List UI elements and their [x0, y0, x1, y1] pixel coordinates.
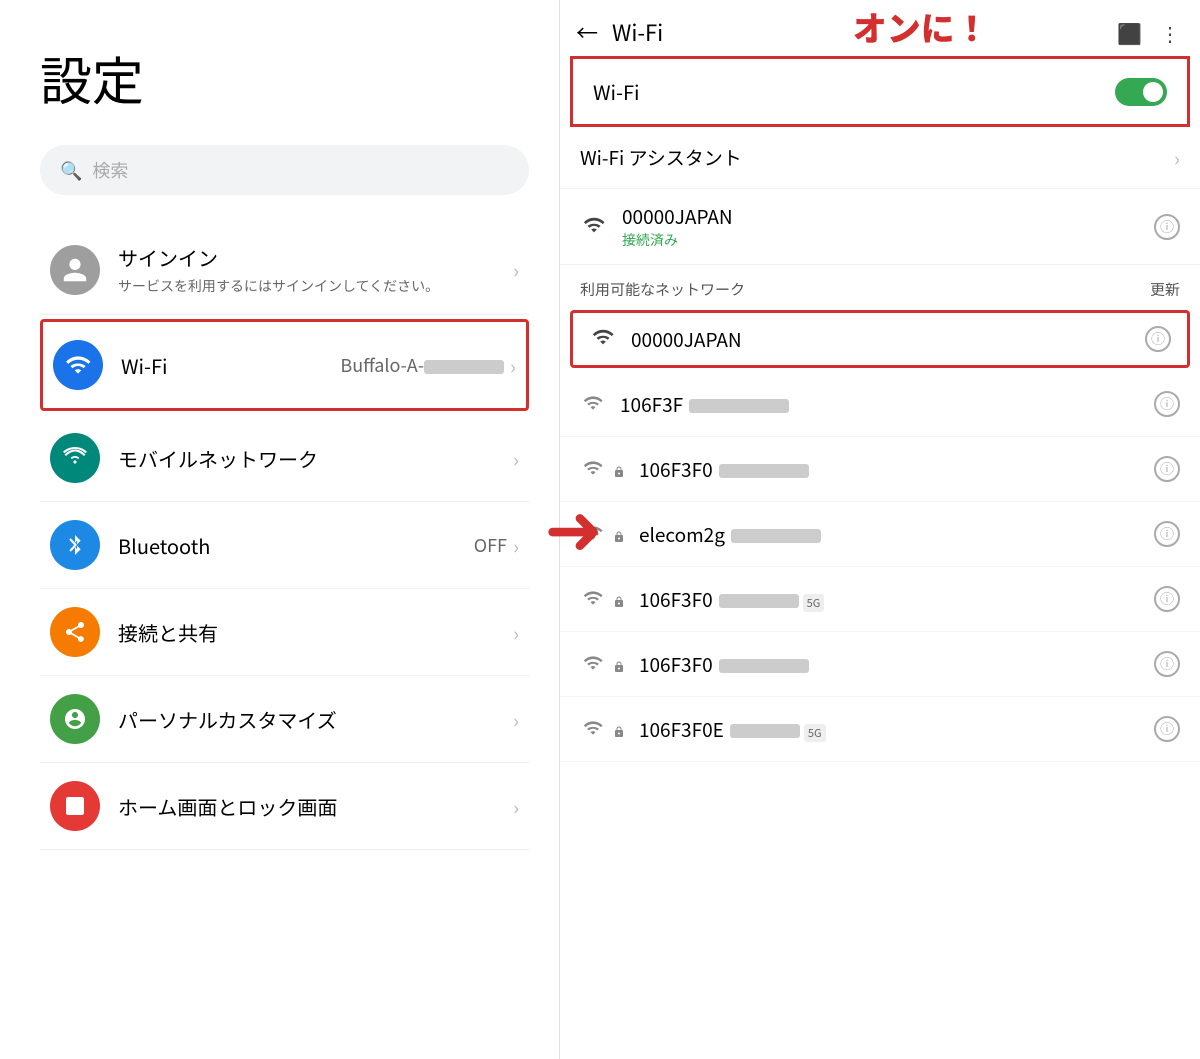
network-info-icon[interactable]: ⓘ	[1154, 214, 1180, 240]
wifi-signal-icon	[580, 211, 608, 243]
network-name: 106F3F0	[639, 456, 809, 483]
highlighted-network-info: 00000JAPAN	[631, 326, 1131, 353]
network-name-group: 106F3F0	[639, 651, 1140, 678]
connected-network-row[interactable]: 00000JAPAN 接続済み ⓘ	[560, 189, 1200, 265]
network-name: 106F3F05G	[639, 586, 824, 613]
header-icons: ⬛ ⋮	[1117, 18, 1180, 47]
network-info-icon[interactable]: ⓘ	[1154, 586, 1180, 612]
network-name-group: 106F3F0	[639, 456, 1140, 483]
list-item[interactable]: 106F3F0 ⓘ	[560, 632, 1200, 697]
avatar	[50, 245, 100, 295]
settings-item-personal[interactable]: パーソナルカスタマイズ ›	[40, 676, 529, 763]
search-icon: 🔍	[60, 157, 82, 183]
more-options-icon[interactable]: ⋮	[1160, 18, 1180, 47]
settings-item-homescreen[interactable]: ホーム画面とロック画面 ›	[40, 763, 529, 850]
wifi-signal-icon	[589, 323, 617, 355]
back-button[interactable]: ←	[576, 16, 598, 48]
wifi-assistant-row[interactable]: Wi-Fi アシスタント ›	[560, 127, 1200, 189]
wifi-lock-signal-icon	[580, 648, 625, 680]
signin-sublabel: サービスを利用するにはサインインしてください。	[118, 276, 513, 296]
chevron-icon: ›	[513, 618, 519, 647]
personal-icon-circle	[50, 694, 100, 744]
wifi-signal-icon	[580, 388, 606, 420]
settings-item-wifi[interactable]: Wi-Fi Buffalo-A- ›	[40, 319, 529, 411]
wifi-lock-signal-icon	[580, 713, 625, 745]
connection-icon-circle	[50, 607, 100, 657]
available-section-title: 利用可能なネットワーク	[580, 279, 745, 300]
bluetooth-label: Bluetooth	[118, 531, 474, 560]
available-section-header: 利用可能なネットワーク 更新	[560, 265, 1200, 306]
mobile-icon-circle	[50, 433, 100, 483]
bluetooth-status: OFF	[474, 532, 507, 558]
chevron-icon: ›	[513, 792, 519, 821]
network-name: 106F3F	[620, 391, 789, 418]
network-name-group: elecom2g	[639, 521, 1140, 548]
search-input[interactable]: 検索	[92, 157, 128, 183]
network-info-icon[interactable]: ⓘ	[1154, 391, 1180, 417]
bluetooth-value-group: OFF ›	[474, 531, 519, 560]
connection-label: 接続と共有	[118, 618, 513, 647]
wifi-lock-signal-icon	[580, 583, 625, 615]
wifi-toggle-label: Wi-Fi	[593, 77, 1115, 106]
highlighted-network-name: 00000JAPAN	[631, 326, 1131, 353]
network-name-group: 106F3F05G	[639, 586, 1140, 613]
wifi-current-network: Buffalo-A-	[340, 352, 504, 378]
mobile-label: モバイルネットワーク	[118, 444, 513, 473]
network-name-group: 106F3F	[620, 391, 1140, 418]
wifi-network-list: 106F3F ⓘ 106F3F0 ⓘ	[560, 372, 1200, 1059]
highlighted-network-row[interactable]: 00000JAPAN ⓘ	[570, 310, 1190, 368]
chevron-icon: ›	[1174, 143, 1180, 172]
network-info-icon[interactable]: ⓘ	[1154, 521, 1180, 547]
chevron-icon: ›	[513, 705, 519, 734]
chevron-icon: ›	[513, 444, 519, 473]
connected-network-info: 00000JAPAN 接続済み	[622, 203, 1140, 250]
connected-status: 接続済み	[622, 230, 1140, 250]
settings-item-bluetooth[interactable]: Bluetooth OFF ›	[40, 502, 529, 589]
network-name: elecom2g	[639, 521, 821, 548]
refresh-button[interactable]: 更新	[1150, 279, 1180, 300]
settings-item-connection[interactable]: 接続と共有 ›	[40, 589, 529, 676]
bluetooth-icon-circle	[50, 520, 100, 570]
badge-5g: 5G	[803, 594, 825, 612]
signin-label: サインイン	[118, 243, 513, 272]
wifi-header: ← Wi-Fi オンに！ ⬛ ⋮	[560, 0, 1200, 56]
network-info-icon[interactable]: ⓘ	[1145, 326, 1171, 352]
wifi-toggle-row[interactable]: Wi-Fi	[570, 56, 1190, 127]
search-bar[interactable]: 🔍 検索	[40, 145, 529, 195]
page-title: 設定	[40, 40, 529, 115]
chevron-icon: ›	[513, 255, 519, 284]
settings-item-signin[interactable]: サインイン サービスを利用するにはサインインしてください。 ›	[40, 225, 529, 315]
wifi-value-group: Buffalo-A- ›	[340, 351, 516, 380]
wifi-assistant-label: Wi-Fi アシスタント	[580, 144, 1160, 171]
homescreen-label: ホーム画面とロック画面	[118, 792, 513, 821]
wifi-label: Wi-Fi	[121, 351, 340, 380]
network-name: 106F3F0E5G	[639, 716, 826, 743]
cast-icon[interactable]: ⬛	[1117, 18, 1142, 47]
list-item[interactable]: elecom2g ⓘ	[560, 502, 1200, 567]
network-info-icon[interactable]: ⓘ	[1154, 456, 1180, 482]
network-info-icon[interactable]: ⓘ	[1154, 716, 1180, 742]
wifi-icon-circle	[53, 340, 103, 390]
chevron-icon: ›	[510, 351, 516, 380]
settings-panel: 設定 🔍 検索 サインイン サービスを利用するにはサインインしてください。 › …	[0, 0, 560, 1059]
settings-item-mobile[interactable]: モバイルネットワーク ›	[40, 415, 529, 502]
network-name: 106F3F0	[639, 651, 809, 678]
direction-arrow: ➜	[544, 490, 603, 560]
list-item[interactable]: 106F3F0E5G ⓘ	[560, 697, 1200, 762]
network-info-icon[interactable]: ⓘ	[1154, 651, 1180, 677]
list-item[interactable]: 106F3F0 ⓘ	[560, 437, 1200, 502]
connected-network-name: 00000JAPAN	[622, 203, 1140, 230]
list-item[interactable]: 106F3F ⓘ	[560, 372, 1200, 437]
list-item[interactable]: 106F3F05G ⓘ	[560, 567, 1200, 632]
personal-label: パーソナルカスタマイズ	[118, 705, 513, 734]
wifi-toggle-switch[interactable]	[1115, 78, 1167, 106]
homescreen-icon-circle	[50, 781, 100, 831]
annotation-label: オンに！	[853, 2, 989, 51]
chevron-icon: ›	[513, 531, 519, 560]
badge-5g: 5G	[804, 724, 826, 742]
wifi-settings-panel: ← Wi-Fi オンに！ ⬛ ⋮ Wi-Fi Wi-Fi アシスタント › 00…	[560, 0, 1200, 1059]
network-name-group: 106F3F0E5G	[639, 716, 1140, 743]
